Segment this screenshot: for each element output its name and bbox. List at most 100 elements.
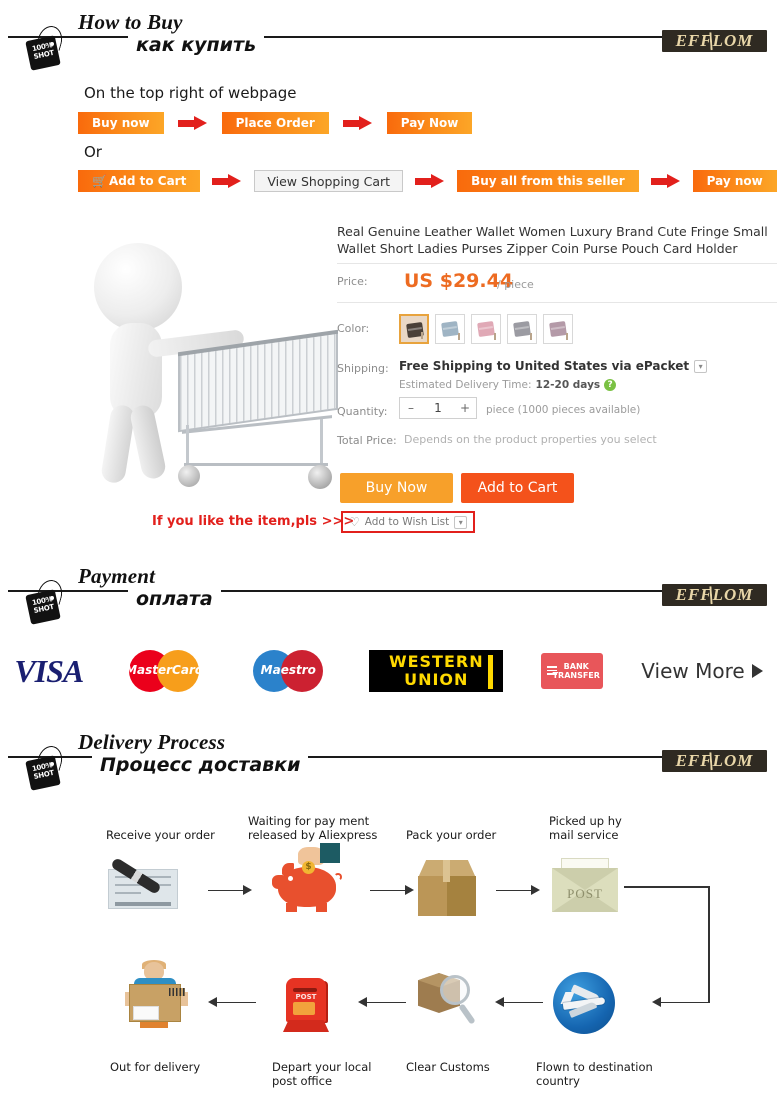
quantity-value[interactable]: 1 [422, 401, 454, 415]
delivery-estimate-row: Estimated Delivery Time: 12-20 days ? [399, 379, 617, 391]
western-union-icon: WESTERN UNION [369, 650, 504, 692]
delivery-label-flown: Flown to destination country [536, 1060, 653, 1088]
arrow-right-icon [650, 174, 681, 188]
brand-logo: EFFLOM [662, 30, 767, 52]
total-price-note: Depends on the product properties you se… [404, 433, 657, 446]
delivery-label-clear-customs: Clear Customs [406, 1060, 490, 1074]
price-label: Price: [337, 275, 368, 288]
total-price-label: Total Price: [337, 434, 397, 447]
flow-connector-horizontal-top [624, 886, 710, 888]
brand-logo-2: EFFLOM [662, 584, 767, 606]
product-divider-1 [337, 263, 777, 264]
section-title-ru-payment: оплата [128, 588, 221, 610]
shipping-value: Free Shipping to United States via ePack… [399, 359, 690, 373]
section-title-ru: как купить [128, 34, 264, 56]
color-swatch-4[interactable] [543, 314, 573, 344]
arrow-left-icon-into-plane [652, 997, 710, 1007]
how-to-buy-intro: On the top right of webpage [84, 84, 297, 102]
add-to-cart-button[interactable]: 🛒 Add to Cart [78, 170, 201, 192]
color-swatch-1[interactable] [435, 314, 465, 344]
product-title: Real Genuine Leather Wallet Women Luxury… [337, 224, 768, 256]
delivery-estimate-label: Estimated Delivery Time: [399, 379, 532, 391]
bank-transfer-line2: TRANSFER [552, 671, 600, 680]
delivery-label-picked-up: Picked up hy mail service [549, 814, 622, 842]
section-title-en-payment: Payment [78, 564, 166, 589]
arrow-left-icon-d6 [208, 997, 256, 1007]
delivery-label-receive-order: Receive your order [106, 828, 215, 842]
arrow-right-icon [212, 174, 242, 188]
western-union-line1: WESTERN [388, 652, 484, 671]
delivery-man-icon [124, 960, 190, 1032]
shipping-value-row: Free Shipping to United States via ePack… [399, 359, 708, 373]
color-swatch-2[interactable] [471, 314, 501, 344]
pay-now-button-2[interactable]: Pay now [692, 170, 777, 192]
mastercard-icon: MasterCard [121, 650, 207, 692]
color-label: Color: [337, 322, 370, 335]
place-order-button[interactable]: Place Order [221, 112, 329, 134]
arrow-right-icon [177, 116, 208, 130]
shipping-label: Shipping: [337, 362, 389, 375]
section-header-how-to-buy: 100% SHOT How to Buy как купить EFFLOM [0, 8, 777, 71]
product-buy-now-button[interactable]: Buy Now [340, 473, 453, 503]
visa-icon: VISA [14, 652, 84, 689]
product-add-to-cart-button[interactable]: Add to Cart [461, 473, 574, 503]
color-swatch-3[interactable] [507, 314, 537, 344]
payment-methods-row: VISA MasterCard Maestro WESTERN UNION BA… [0, 636, 777, 706]
buy-flow-row-1: Buy now Place Order Pay Now [78, 112, 473, 134]
color-swatch-0[interactable] [399, 314, 429, 344]
section-title-ru-delivery: Процесс доставки [92, 754, 309, 776]
header-rule [8, 36, 767, 38]
chevron-down-icon[interactable]: ▾ [694, 359, 708, 373]
hundred-percent-shot-tag-icon-3: 100% SHOT [25, 743, 68, 791]
cheque-pen-icon [108, 855, 180, 913]
how-to-buy-or: Or [84, 143, 102, 161]
western-union-line2: UNION [404, 670, 469, 689]
hundred-percent-shot-tag-icon-2: 100% SHOT [25, 577, 68, 625]
brand-logo-3: EFFLOM [662, 750, 767, 772]
help-icon[interactable]: ? [604, 379, 617, 391]
add-to-wish-list-button[interactable]: ♡ Add to Wish List ▾ [341, 511, 476, 533]
airplane-icon [553, 972, 615, 1034]
quantity-decrease-button[interactable]: – [400, 401, 422, 415]
delivery-label-depart-post: Depart your local post office [272, 1060, 372, 1088]
play-triangle-icon [751, 664, 763, 678]
box-magnifier-icon [418, 965, 478, 1031]
chevron-down-icon-wish[interactable]: ▾ [454, 515, 468, 529]
add-to-wish-list-label: Add to Wish List [364, 516, 450, 528]
arrow-right-icon-d3 [496, 885, 540, 895]
carton-box-icon [418, 860, 476, 918]
bank-transfer-line1: BANK [563, 662, 589, 671]
buy-all-from-seller-button[interactable]: Buy all from this seller [457, 170, 639, 192]
quantity-label: Quantity: [337, 405, 388, 418]
color-swatch-list [399, 314, 573, 344]
shopping-cart-icon: 🛒 [92, 174, 107, 188]
quantity-stepper[interactable]: – 1 + [399, 397, 477, 419]
delivery-label-out-for-delivery: Out for delivery [110, 1060, 201, 1074]
bank-transfer-icon: BANK TRANSFER [541, 653, 604, 689]
buy-now-button[interactable]: Buy now [78, 112, 164, 134]
post-box-icon: POST [282, 972, 332, 1034]
arrow-left-icon-d4 [495, 997, 543, 1007]
arrow-right-icon-d1 [208, 885, 252, 895]
view-shopping-cart-button[interactable]: View Shopping Cart [254, 170, 404, 192]
view-more-label: View More [641, 659, 745, 683]
envelope-post-text: POST [567, 886, 603, 901]
view-more-button[interactable]: View More [641, 659, 763, 683]
piggy-bank-icon: $ [272, 843, 346, 915]
post-box-text: POST [295, 993, 317, 1001]
flow-connector-vertical [708, 886, 710, 1002]
post-envelope-icon: POST [552, 858, 618, 914]
delivery-estimate-value: 12-20 days [535, 379, 601, 391]
quantity-increase-button[interactable]: + [454, 401, 476, 415]
arrow-right-icon-d2 [370, 885, 414, 895]
section-title-en-delivery: Delivery Process [78, 730, 236, 755]
arrow-right-icon [415, 174, 445, 188]
pay-now-button[interactable]: Pay Now [386, 112, 473, 134]
price-unit: / piece [497, 278, 534, 291]
header-rule [8, 590, 767, 592]
maestro-label: Maestro [260, 663, 316, 677]
buy-flow-row-2: 🛒 Add to Cart View Shopping Cart Buy all… [78, 170, 777, 192]
product-divider-2 [337, 302, 777, 303]
arrow-right-icon [342, 116, 373, 130]
quantity-availability-note: piece (1000 pieces available) [486, 404, 641, 416]
